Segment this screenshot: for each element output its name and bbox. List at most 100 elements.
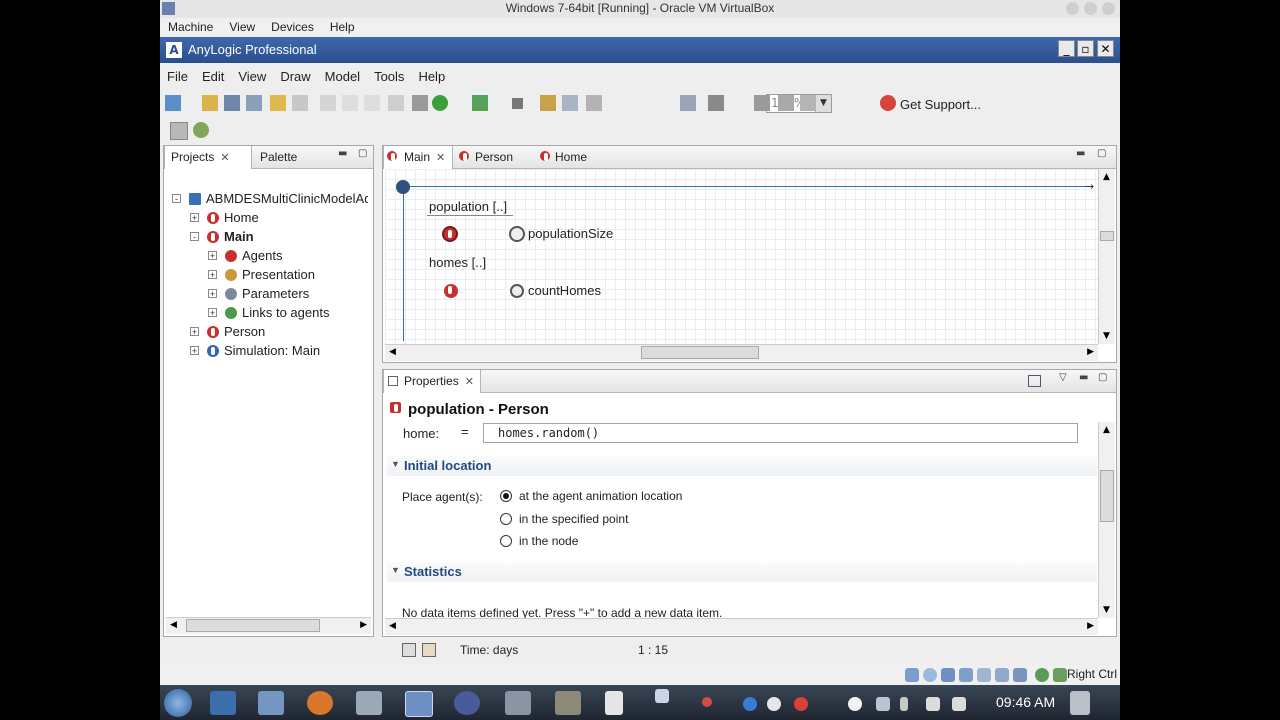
- view-menu-icon[interactable]: ▽: [1059, 372, 1067, 383]
- expand-icon[interactable]: +: [208, 251, 217, 261]
- maximize-icon[interactable]: ▢: [1098, 372, 1107, 383]
- perspective-icon[interactable]: [170, 122, 188, 140]
- console-icon[interactable]: [402, 643, 416, 657]
- menu-model[interactable]: Model: [318, 63, 367, 84]
- scroll-right-icon[interactable]: ▶: [1087, 347, 1094, 357]
- graphical-editor-canvas[interactable]: population [..] populationSize homes [..…: [385, 169, 1098, 344]
- menu-view[interactable]: View: [231, 63, 273, 84]
- mouse-integration-icon[interactable]: [1035, 668, 1049, 682]
- hdd-icon[interactable]: [905, 668, 919, 682]
- grid-icon[interactable]: [754, 95, 770, 111]
- count-homes-icon[interactable]: [510, 284, 524, 298]
- tray-grid-icon[interactable]: [655, 689, 669, 703]
- expand-icon[interactable]: +: [190, 327, 199, 337]
- tree-item[interactable]: - Main: [172, 228, 368, 247]
- editor-hscroll[interactable]: ◀ ▶: [385, 344, 1098, 361]
- tree-item[interactable]: + Person: [172, 323, 368, 342]
- support-icon[interactable]: [880, 95, 896, 111]
- gear-icon[interactable]: [193, 122, 209, 138]
- optical-drive-icon[interactable]: [923, 668, 937, 682]
- expand-icon[interactable]: +: [190, 213, 199, 223]
- maximize-icon[interactable]: ▢: [1097, 148, 1106, 159]
- option-specified-point-label[interactable]: in the specified point: [519, 512, 628, 526]
- paste-icon[interactable]: [364, 95, 380, 111]
- undo-icon[interactable]: [270, 95, 286, 111]
- count-homes-label[interactable]: countHomes: [528, 283, 601, 298]
- tree-item[interactable]: + Home: [172, 209, 368, 228]
- menu-draw[interactable]: Draw: [273, 63, 317, 84]
- scroll-thumb[interactable]: [186, 619, 320, 632]
- app-minimize-button[interactable]: _: [1058, 40, 1075, 57]
- chevron-down-icon[interactable]: ▼: [815, 95, 831, 112]
- maximize-icon[interactable]: ▢: [358, 148, 367, 159]
- population-size-label[interactable]: populationSize: [528, 226, 613, 241]
- copy-icon[interactable]: [342, 95, 358, 111]
- tray-wifi-icon[interactable]: [952, 697, 966, 711]
- new-icon[interactable]: [165, 95, 181, 111]
- homes-label[interactable]: homes [..]: [429, 255, 486, 270]
- collapse-icon[interactable]: -: [172, 194, 181, 204]
- cut-icon[interactable]: [320, 95, 336, 111]
- scroll-down-icon[interactable]: ▼: [1103, 331, 1110, 341]
- maximize-icon[interactable]: [1084, 2, 1097, 15]
- scroll-left-icon[interactable]: ◀: [389, 347, 396, 357]
- run-icon[interactable]: [432, 95, 448, 111]
- shared-folder-icon[interactable]: [977, 668, 991, 682]
- tab-palette[interactable]: Palette: [254, 146, 303, 168]
- radio-animation-location[interactable]: [500, 490, 512, 502]
- scroll-thumb[interactable]: [1100, 231, 1114, 241]
- minimize-icon[interactable]: ▬: [1076, 148, 1085, 159]
- editor-vscroll[interactable]: ▲ ▼: [1098, 169, 1115, 344]
- section-statistics[interactable]: ▼ Statistics: [387, 562, 1097, 582]
- pan-icon[interactable]: [540, 95, 556, 111]
- minimize-icon[interactable]: ▬: [1079, 372, 1088, 383]
- radio-specified-point[interactable]: [500, 513, 512, 525]
- scroll-left-icon[interactable]: ◀: [170, 620, 177, 630]
- tray-volume-icon[interactable]: [926, 697, 940, 711]
- taskbar-firefox-icon[interactable]: [307, 691, 333, 715]
- save-icon[interactable]: [224, 95, 240, 111]
- menu-file[interactable]: File: [160, 63, 195, 84]
- scroll-right-icon[interactable]: ▶: [360, 620, 367, 630]
- tray-battery-icon[interactable]: [900, 697, 908, 711]
- taskbar-eclipse-icon[interactable]: [454, 691, 480, 715]
- snap-icon[interactable]: [778, 95, 794, 111]
- tray-bluetooth-icon[interactable]: [876, 697, 890, 711]
- tree-item[interactable]: + Simulation: Main: [172, 342, 368, 361]
- tray-record-icon[interactable]: [848, 697, 862, 711]
- usb-icon[interactable]: [959, 668, 973, 682]
- option-animation-location-label[interactable]: at the agent animation location: [519, 489, 682, 503]
- taskbar-monitor-icon[interactable]: [505, 691, 531, 715]
- lock-icon[interactable]: [422, 643, 436, 657]
- tree-item[interactable]: + Presentation: [172, 266, 368, 285]
- debug-icon[interactable]: [472, 95, 488, 111]
- taskbar-anylogic-icon[interactable]: [405, 691, 433, 717]
- option-node-label[interactable]: in the node: [519, 534, 578, 548]
- tray-blocked-icon[interactable]: [767, 697, 781, 711]
- zoom-combo[interactable]: 100%▼: [766, 94, 832, 113]
- open-icon[interactable]: [202, 95, 218, 111]
- home-value-field[interactable]: homes.random(): [483, 423, 1078, 443]
- scroll-up-icon[interactable]: ▲: [1103, 172, 1110, 182]
- close-icon[interactable]: ✕: [220, 152, 229, 164]
- close-icon[interactable]: [1102, 2, 1115, 15]
- tree-item[interactable]: + Agents: [172, 247, 368, 266]
- scroll-left-icon[interactable]: ◀: [389, 621, 396, 631]
- close-icon[interactable]: ✕: [465, 376, 474, 388]
- population-agent-icon[interactable]: [442, 226, 458, 242]
- get-support-link[interactable]: Get Support...: [900, 97, 981, 112]
- projects-hscroll[interactable]: ◀ ▶: [166, 617, 371, 634]
- section-initial-location[interactable]: ▼ Initial location: [387, 456, 1097, 476]
- app-restore-button[interactable]: ▫: [1077, 40, 1094, 57]
- minimize-icon[interactable]: ▬: [338, 148, 347, 159]
- menu-tools[interactable]: Tools: [367, 63, 411, 84]
- layers-icon[interactable]: [800, 95, 816, 111]
- population-label[interactable]: population [..]: [429, 199, 507, 214]
- close-icon[interactable]: ✕: [436, 152, 445, 164]
- tray-info-icon[interactable]: [743, 697, 757, 711]
- vbox-menu-help[interactable]: Help: [322, 19, 363, 34]
- zoom-fit-icon[interactable]: [562, 95, 578, 111]
- vbox-menu-machine[interactable]: Machine: [160, 19, 221, 34]
- hand-icon[interactable]: [708, 95, 724, 111]
- zoom-out-icon[interactable]: [586, 95, 602, 111]
